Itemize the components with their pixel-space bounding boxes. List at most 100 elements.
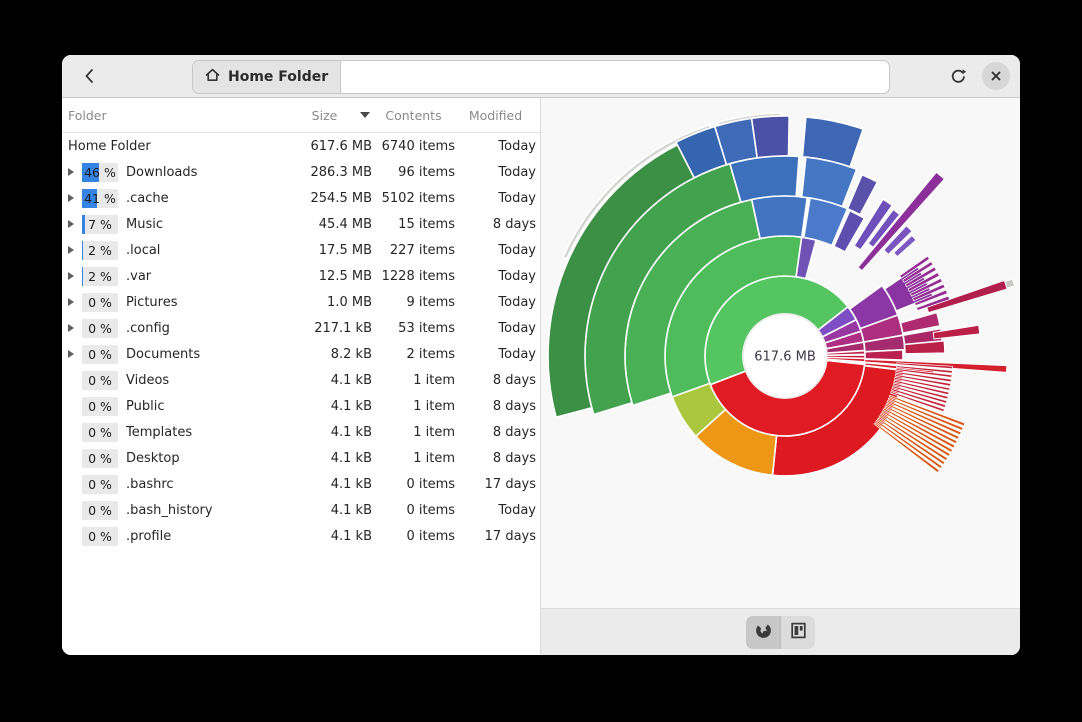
folder-size: 217.1 kB (277, 321, 372, 336)
folder-modified: Today (455, 503, 536, 518)
folder-modified: 17 days (455, 477, 536, 492)
chart-total-label: 617.6 MB (754, 350, 815, 365)
treemap-chart-icon (790, 622, 807, 643)
folder-size: 4.1 kB (277, 373, 372, 388)
folder-size: 4.1 kB (277, 529, 372, 544)
close-button[interactable] (982, 62, 1010, 90)
folder-size: 286.3 MB (277, 165, 372, 180)
folder-contents: 0 items (372, 477, 455, 492)
folder-modified: 8 days (455, 217, 536, 232)
table-row[interactable]: 0 %Videos4.1 kB1 item8 days (62, 367, 540, 393)
folder-size: 254.5 MB (277, 191, 372, 206)
ring-segment[interactable] (865, 350, 903, 360)
folder-name: .bashrc (126, 477, 277, 492)
folder-modified: Today (455, 321, 536, 336)
column-header-modified[interactable]: Modified (455, 108, 536, 123)
chart-pane: 617.6 MB (540, 98, 1020, 655)
folder-size: 17.5 MB (277, 243, 372, 258)
home-folder-tab[interactable]: Home Folder (193, 61, 341, 93)
table-row[interactable]: 0 %Pictures1.0 MB9 itemsToday (62, 289, 540, 315)
refresh-button[interactable] (942, 60, 974, 92)
expander-icon[interactable] (68, 272, 74, 280)
table-row[interactable]: 0 % .config217.1 kB53 itemsToday (62, 315, 540, 341)
table-row[interactable]: 0 %Templates4.1 kB1 item8 days (62, 419, 540, 445)
folder-size: 4.1 kB (277, 399, 372, 414)
table-row[interactable]: 0 % .bash_history4.1 kB0 itemsToday (62, 497, 540, 523)
percent-badge: 0 % (82, 345, 118, 364)
folder-size: 4.1 kB (277, 451, 372, 466)
percent-badge: 0 % (82, 501, 118, 520)
column-header-contents[interactable]: Contents (372, 108, 455, 123)
percent-badge: 0 % (82, 319, 118, 338)
folder-contents: 1 item (372, 451, 455, 466)
home-icon (204, 67, 221, 87)
table-row[interactable]: 0 %Documents8.2 kB2 itemsToday (62, 341, 540, 367)
folder-contents: 6740 items (372, 139, 455, 154)
folder-modified: Today (455, 243, 536, 258)
percent-badge: 41 % (82, 189, 118, 208)
table-row[interactable]: 0 %Public4.1 kB1 item8 days (62, 393, 540, 419)
expander-icon[interactable] (68, 168, 74, 176)
folder-name: .bash_history (126, 503, 277, 518)
treemap-chart-button[interactable] (780, 616, 815, 649)
table-row[interactable]: 2 %.var12.5 MB1228 itemsToday (62, 263, 540, 289)
folder-name: Pictures (126, 295, 277, 310)
expander-icon[interactable] (68, 350, 74, 358)
folder-contents: 15 items (372, 217, 455, 232)
view-footer (541, 608, 1020, 655)
location-tab-label: Home Folder (228, 69, 328, 85)
percent-badge: 0 % (82, 475, 118, 494)
table-row[interactable]: 46 %Downloads286.3 MB96 itemsToday (62, 159, 540, 185)
rings-chart-area[interactable]: 617.6 MB (541, 98, 1020, 608)
table-row[interactable]: 2 %.local17.5 MB227 itemsToday (62, 237, 540, 263)
column-header-size[interactable]: Size (277, 108, 372, 123)
folder-contents: 1 item (372, 425, 455, 440)
back-button[interactable] (74, 60, 106, 92)
expander-icon[interactable] (68, 194, 74, 202)
table-row[interactable]: 0 %.profile4.1 kB0 items17 days (62, 523, 540, 549)
table-row[interactable]: Home Folder617.6 MB6740 itemsToday (62, 133, 540, 159)
ring-segment[interactable] (1005, 279, 1015, 288)
percent-badge: 2 % (82, 241, 118, 260)
table-row[interactable]: 41 %.cache254.5 MB5102 itemsToday (62, 185, 540, 211)
table-row[interactable]: 7 %Music45.4 MB15 items8 days (62, 211, 540, 237)
expander-icon[interactable] (68, 246, 74, 254)
view-toggle-group (746, 616, 815, 649)
folder-size: 4.1 kB (277, 503, 372, 518)
table-row[interactable]: 0 %Desktop4.1 kB1 item8 days (62, 445, 540, 471)
percent-badge: 0 % (82, 293, 118, 312)
ring-segment[interactable] (752, 196, 808, 239)
folder-contents: 9 items (372, 295, 455, 310)
percent-badge: 2 % (82, 267, 118, 286)
column-header-folder[interactable]: Folder (68, 108, 277, 123)
expander-icon[interactable] (68, 220, 74, 228)
percent-badge: 46 % (82, 163, 118, 182)
folder-table-body: Home Folder617.6 MB6740 itemsToday46 %Do… (62, 133, 540, 549)
expander-icon[interactable] (68, 324, 74, 332)
folder-contents: 0 items (372, 529, 455, 544)
folder-name: Templates (126, 425, 277, 440)
ring-segment[interactable] (933, 325, 980, 339)
folder-name: Desktop (126, 451, 277, 466)
sort-descending-icon (360, 112, 370, 118)
folder-name: .cache (126, 191, 277, 206)
folder-contents: 5102 items (372, 191, 455, 206)
chevron-left-icon (82, 67, 98, 85)
folder-contents: 0 items (372, 503, 455, 518)
table-row[interactable]: 0 %.bashrc4.1 kB0 items17 days (62, 471, 540, 497)
ring-segment[interactable] (752, 116, 790, 158)
folder-contents: 53 items (372, 321, 455, 336)
expander-icon[interactable] (68, 298, 74, 306)
folder-name: .local (126, 243, 277, 258)
folder-name: .profile (126, 529, 277, 544)
folder-contents: 2 items (372, 347, 455, 362)
rings-chart-button[interactable] (746, 616, 780, 649)
percent-badge: 0 % (82, 371, 118, 390)
folder-modified: 17 days (455, 529, 536, 544)
location-path-entry[interactable] (341, 61, 889, 93)
folder-size: 8.2 kB (277, 347, 372, 362)
location-bar[interactable]: Home Folder (192, 60, 890, 94)
folder-contents: 1 item (372, 399, 455, 414)
percent-badge: 0 % (82, 449, 118, 468)
folder-name: .config (126, 321, 277, 336)
